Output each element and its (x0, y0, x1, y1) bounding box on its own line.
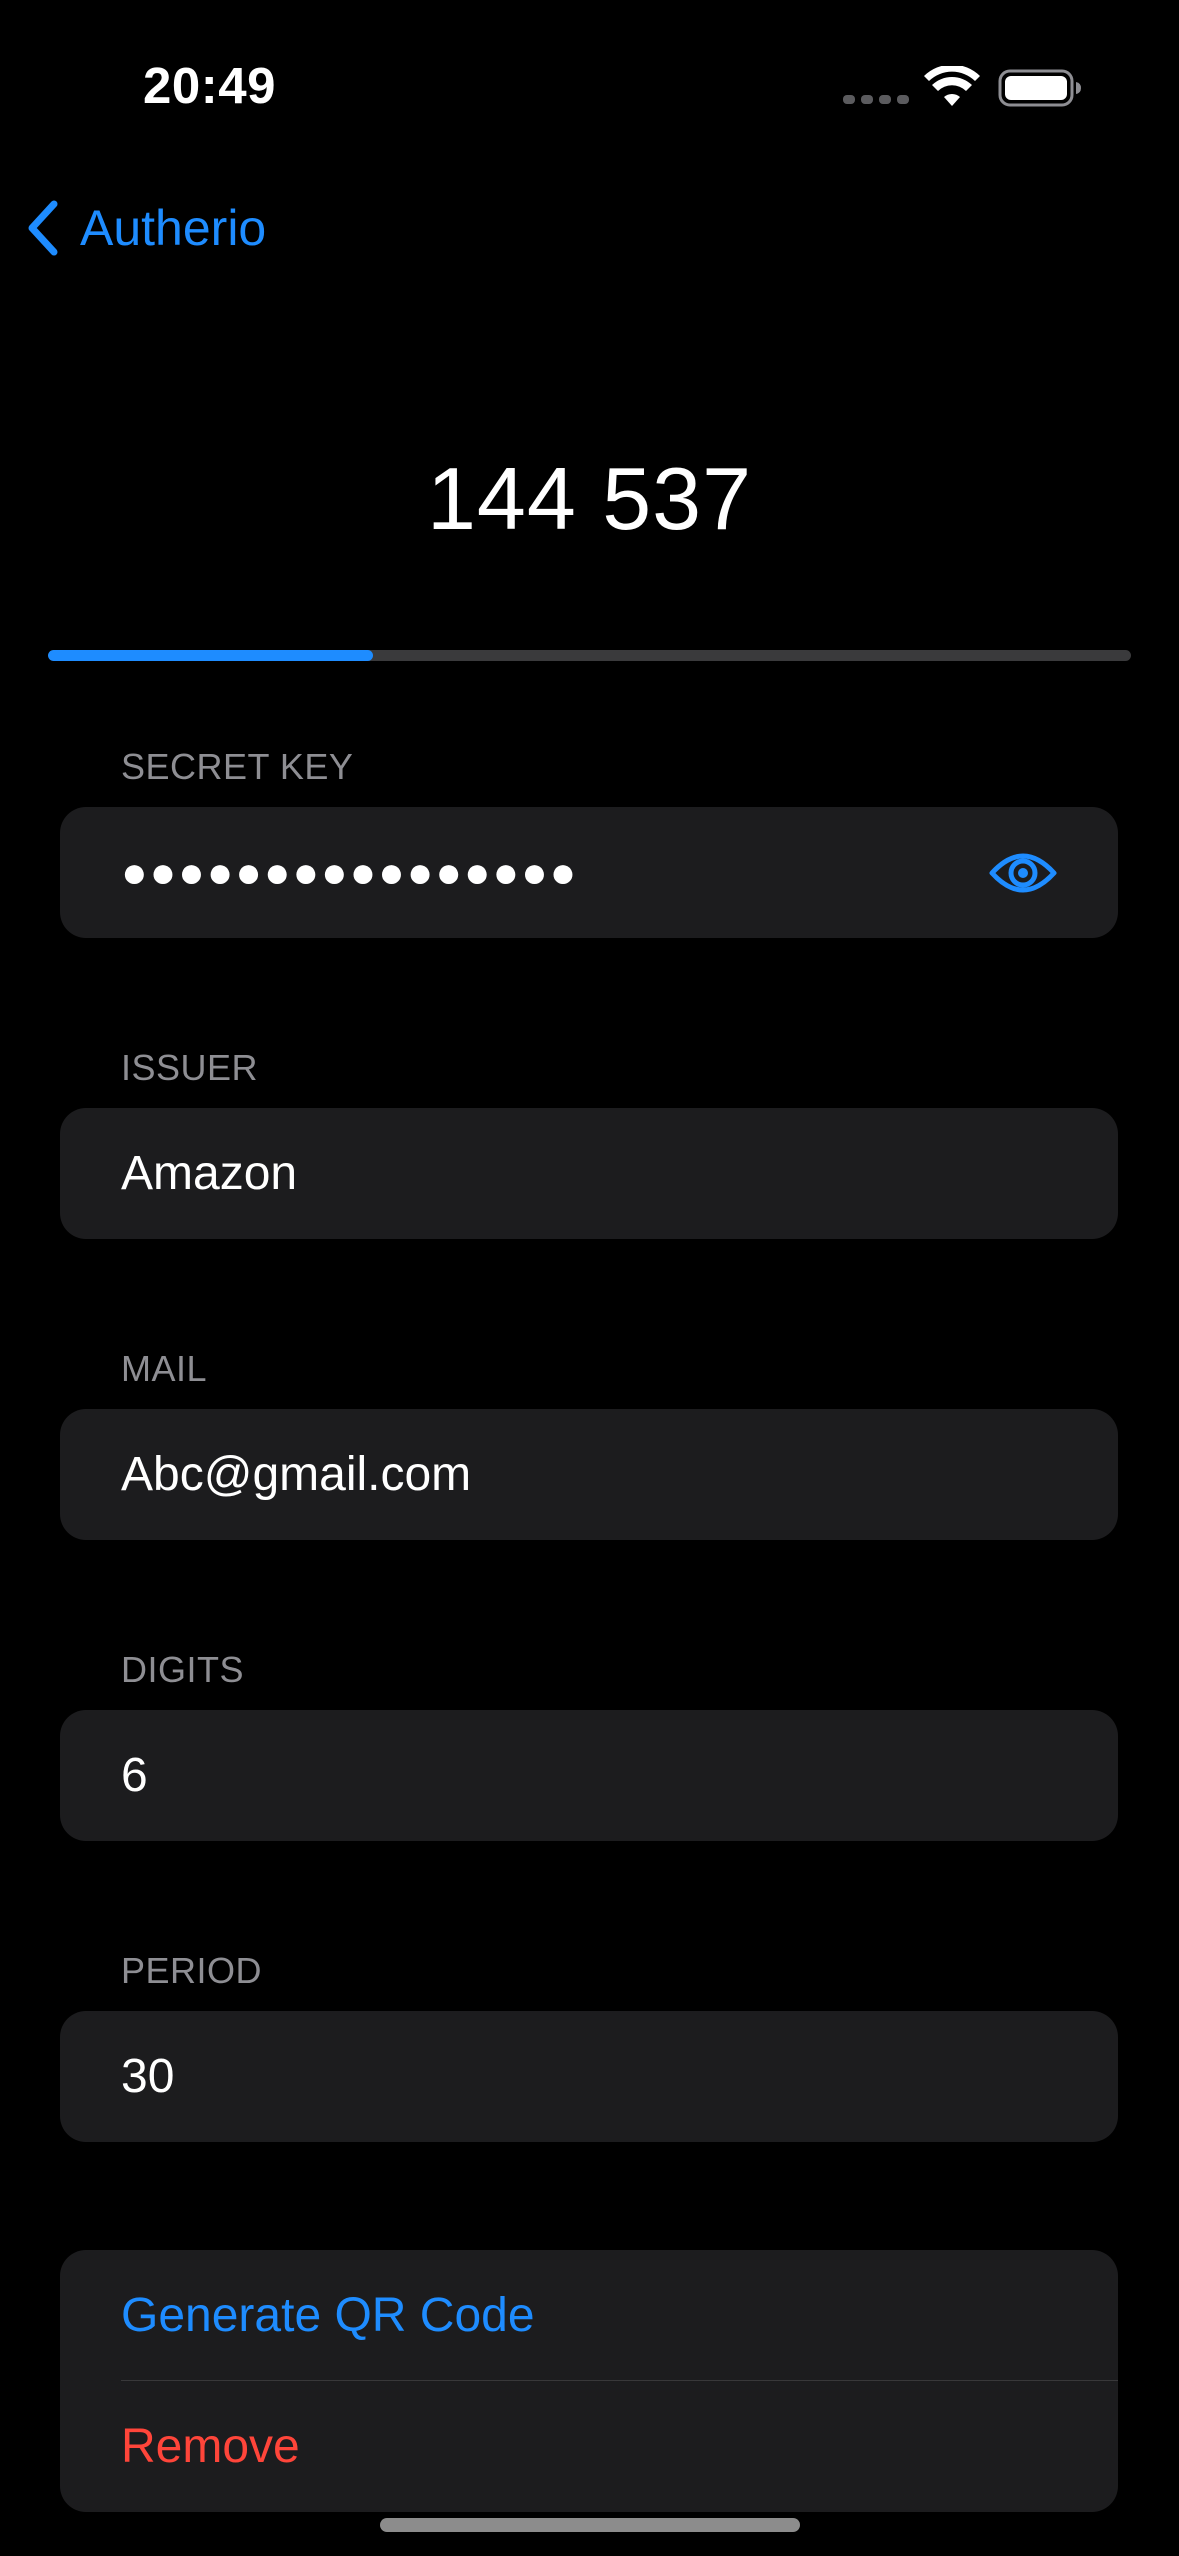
back-button[interactable]: Autherio (24, 192, 266, 264)
mail-field[interactable]: Abc@gmail.com (60, 1409, 1118, 1540)
issuer-label: ISSUER (121, 1047, 259, 1088)
chevron-left-icon (28, 200, 58, 256)
secret-key-field[interactable]: ●●●●●●●●●●●●●●●● (60, 807, 1118, 938)
secret-key-label: SECRET KEY (121, 746, 354, 787)
remove-button[interactable]: Remove (60, 2381, 1118, 2512)
remove-label: Remove (121, 2420, 300, 2473)
eye-icon[interactable] (988, 845, 1058, 901)
digits-label: DIGITS (121, 1649, 245, 1690)
period-field[interactable]: 30 (60, 2011, 1118, 2142)
mail-label: MAIL (121, 1348, 208, 1389)
wifi-icon (924, 66, 980, 106)
period-label: PERIOD (121, 1950, 263, 1991)
countdown-progress-fill (48, 650, 373, 661)
cellular-signal-icon (843, 95, 909, 104)
digits-value: 6 (121, 1749, 148, 1802)
issuer-field[interactable]: Amazon (60, 1108, 1118, 1239)
countdown-progress-bar (48, 650, 1131, 661)
actions-group: Generate QR Code Remove (60, 2250, 1118, 2512)
otp-code: 144 537 (426, 449, 753, 548)
secret-key-value: ●●●●●●●●●●●●●●●● (121, 848, 579, 897)
digits-field[interactable]: 6 (60, 1710, 1118, 1841)
battery-icon (998, 69, 1081, 107)
generate-qr-code-label: Generate QR Code (121, 2289, 535, 2342)
issuer-value: Amazon (121, 1147, 298, 1200)
status-time: 20:49 (143, 57, 276, 114)
home-indicator[interactable] (380, 2518, 800, 2532)
back-button-label: Autherio (80, 200, 267, 256)
period-value: 30 (121, 2050, 175, 2103)
mail-value: Abc@gmail.com (121, 1448, 472, 1501)
generate-qr-code-button[interactable]: Generate QR Code (60, 2250, 1118, 2381)
